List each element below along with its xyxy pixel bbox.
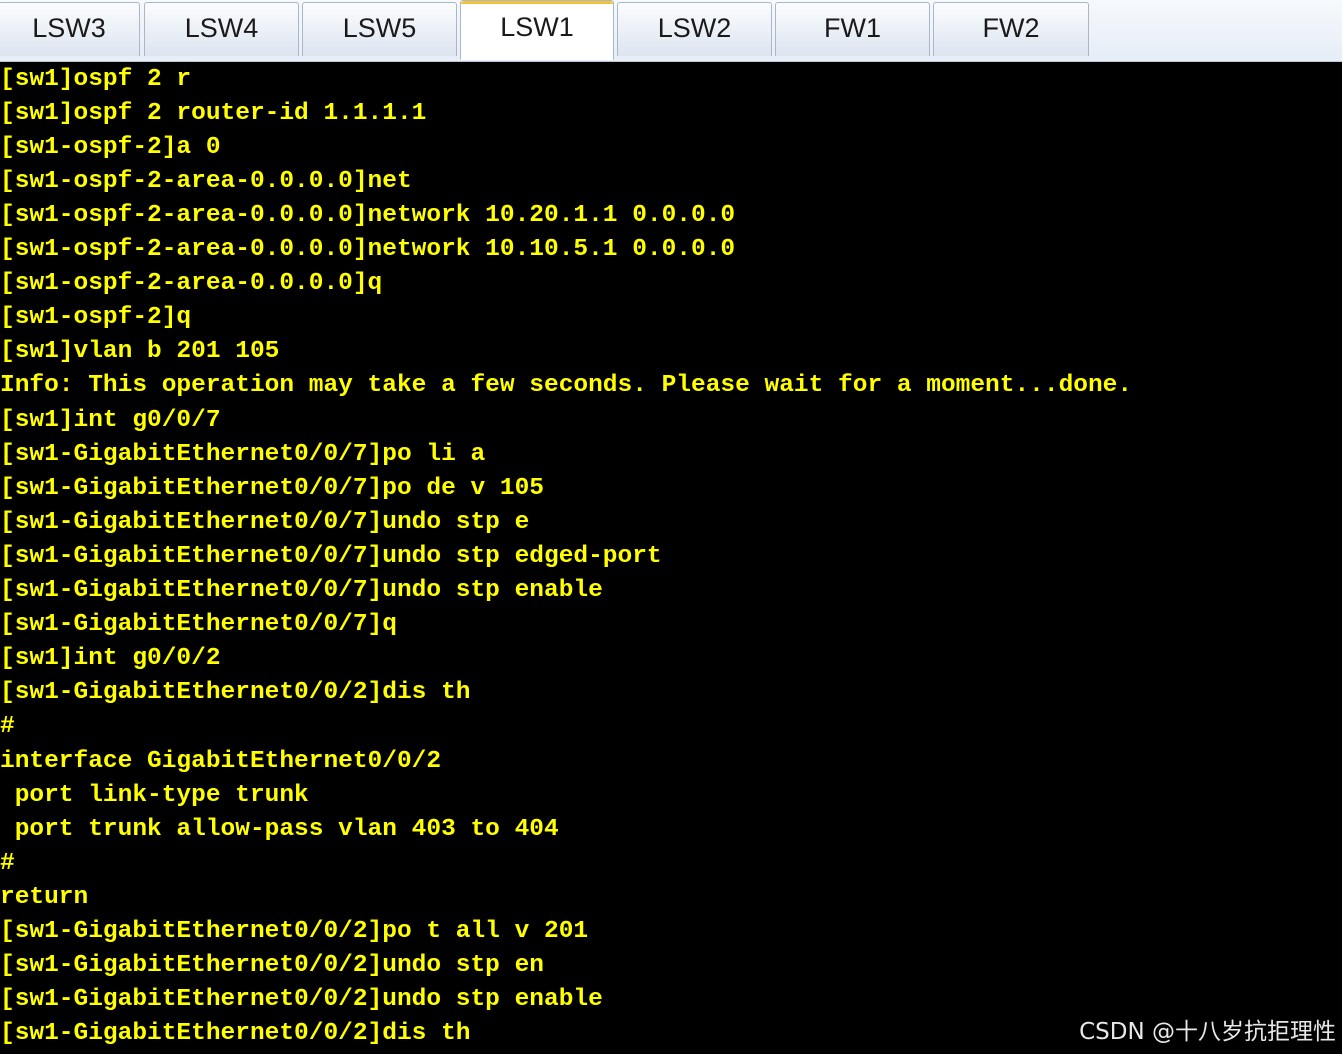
terminal-line: [sw1-GigabitEthernet0/0/2]undo stp enabl… — [0, 986, 603, 1013]
tab-fw1[interactable]: FW1 — [775, 2, 930, 56]
terminal-console[interactable]: [sw1]ospf 2 r [sw1]ospf 2 router-id 1.1.… — [0, 62, 1342, 1054]
terminal-line: [sw1-GigabitEthernet0/0/2]po t all v 201 — [0, 918, 589, 945]
terminal-line: [sw1-GigabitEthernet0/0/7]undo stp enabl… — [0, 577, 603, 604]
terminal-line: [sw1-ospf-2-area-0.0.0.0]net — [0, 168, 412, 195]
terminal-line: [sw1-GigabitEthernet0/0/7]undo stp e — [0, 509, 530, 536]
tab-lsw4[interactable]: LSW4 — [144, 2, 299, 56]
terminal-line: Info: This operation may take a few seco… — [0, 372, 1133, 399]
tab-lsw3[interactable]: LSW3 — [0, 2, 140, 56]
terminal-line: [sw1-GigabitEthernet0/0/2]dis th — [0, 1020, 471, 1047]
terminal-line: # — [0, 850, 15, 877]
tab-fw2[interactable]: FW2 — [933, 2, 1089, 56]
terminal-line: port link-type trunk — [0, 782, 309, 809]
csdn-watermark: CSDN @十八岁抗拒理性 — [1079, 1019, 1336, 1045]
terminal-line: [sw1-GigabitEthernet0/0/7]po de v 105 — [0, 475, 544, 502]
tab-lsw2[interactable]: LSW2 — [617, 2, 772, 56]
terminal-line: [sw1-GigabitEthernet0/0/2]undo stp en — [0, 952, 544, 979]
terminal-line: [sw1-ospf-2-area-0.0.0.0]network 10.10.5… — [0, 236, 736, 263]
terminal-line: [sw1-ospf-2]q — [0, 304, 192, 331]
terminal-line: # — [0, 713, 15, 740]
terminal-line: [sw1-ospf-2-area-0.0.0.0]network 10.20.1… — [0, 202, 736, 229]
terminal-line: return — [0, 884, 89, 911]
terminal-line: [sw1]vlan b 201 105 — [0, 338, 280, 365]
terminal-line: port trunk allow-pass vlan 403 to 404 — [0, 816, 559, 843]
terminal-line: [sw1-GigabitEthernet0/0/7]po li a — [0, 441, 486, 468]
device-tab-bar: LSW3 LSW4 LSW5 LSW1 LSW2 FW1 FW2 — [0, 0, 1342, 62]
terminal-line: [sw1-GigabitEthernet0/0/2]dis th — [0, 679, 471, 706]
terminal-line: [sw1]ospf 2 r — [0, 66, 192, 93]
tab-lsw5[interactable]: LSW5 — [302, 2, 457, 56]
tab-lsw1[interactable]: LSW1 — [460, 0, 614, 60]
terminal-line: [sw1]int g0/0/2 — [0, 645, 221, 672]
terminal-line: [sw1-ospf-2]a 0 — [0, 134, 221, 161]
terminal-line: interface GigabitEthernet0/0/2 — [0, 748, 442, 775]
terminal-line: [sw1-ospf-2-area-0.0.0.0]q — [0, 270, 383, 297]
terminal-line: [sw1]int g0/0/7 — [0, 407, 221, 434]
terminal-line: [sw1]ospf 2 router-id 1.1.1.1 — [0, 100, 427, 127]
terminal-line: [sw1-GigabitEthernet0/0/7]undo stp edged… — [0, 543, 662, 570]
terminal-line: [sw1-GigabitEthernet0/0/7]q — [0, 611, 397, 638]
